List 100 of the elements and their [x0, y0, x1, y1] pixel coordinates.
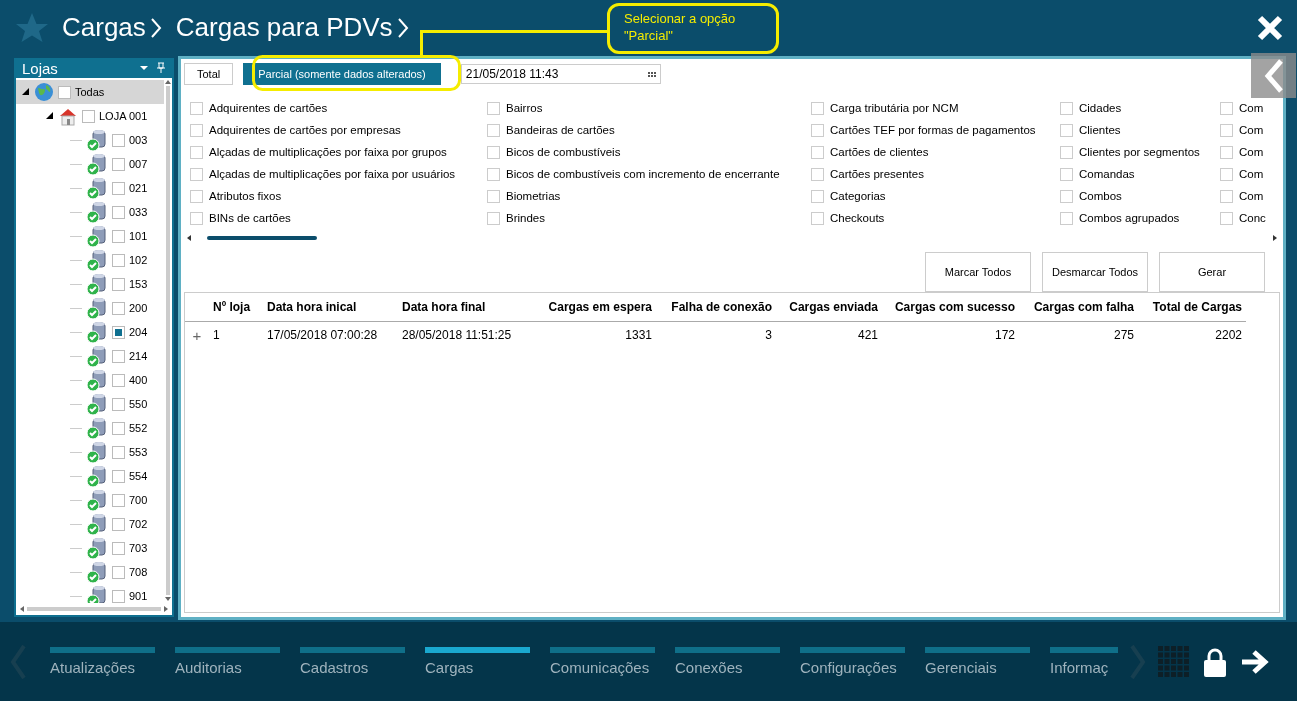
close-icon[interactable]	[1257, 14, 1283, 41]
checkbox[interactable]	[112, 277, 125, 291]
action-button[interactable]: Gerar	[1159, 252, 1265, 292]
checkbox[interactable]	[1220, 189, 1233, 203]
checkbox[interactable]	[1220, 123, 1233, 137]
checkbox[interactable]	[1060, 101, 1073, 115]
scroll-down-icon[interactable]	[165, 597, 171, 601]
checkbox[interactable]	[811, 145, 824, 159]
tree-row[interactable]: Todas	[16, 80, 164, 104]
checkbox[interactable]	[112, 493, 125, 507]
pin-icon[interactable]	[156, 62, 166, 74]
checkbox[interactable]	[112, 229, 125, 243]
scroll-right-icon[interactable]	[164, 606, 168, 612]
checkbox[interactable]	[112, 397, 125, 411]
tree-row[interactable]: 200	[16, 296, 164, 320]
checkbox[interactable]	[190, 211, 203, 225]
nav-tab[interactable]: Gerenciais	[925, 647, 1030, 676]
tree-row[interactable]: 153	[16, 272, 164, 296]
checkbox[interactable]	[1060, 189, 1073, 203]
tree-row[interactable]: 003	[16, 128, 164, 152]
grid-icon[interactable]	[1158, 645, 1190, 678]
checkbox[interactable]	[190, 167, 203, 181]
checkbox[interactable]	[487, 123, 500, 137]
checkbox[interactable]	[487, 167, 500, 181]
tree-row[interactable]: 708	[16, 560, 164, 584]
scrollbar-thumb[interactable]	[27, 607, 161, 611]
nav-tab[interactable]: Configurações	[800, 647, 905, 676]
checkbox[interactable]	[1220, 101, 1233, 115]
tree-row[interactable]: 553	[16, 440, 164, 464]
scrollbar-thumb[interactable]	[207, 236, 317, 240]
breadcrumb-link[interactable]: Cargas	[62, 12, 146, 43]
checkbox[interactable]	[112, 133, 125, 147]
checkbox[interactable]	[112, 181, 125, 195]
tree-row[interactable]: 204	[16, 320, 164, 344]
checkbox[interactable]	[811, 167, 824, 181]
checkbox[interactable]	[112, 157, 125, 171]
checkbox[interactable]	[811, 211, 824, 225]
checkbox[interactable]	[112, 205, 125, 219]
nav-tab[interactable]: Cargas	[425, 647, 530, 676]
checkbox[interactable]	[487, 101, 500, 115]
scroll-left-icon[interactable]	[187, 235, 191, 241]
checkbox[interactable]	[112, 325, 125, 339]
expanded-icon[interactable]	[46, 112, 54, 120]
collapse-tab[interactable]	[1251, 53, 1296, 98]
action-button[interactable]: Marcar Todos	[925, 252, 1031, 292]
checkbox[interactable]	[811, 189, 824, 203]
date-field[interactable]: 21/05/2018 11:43	[460, 64, 661, 84]
nav-tab[interactable]: Atualizações	[50, 647, 155, 676]
nav-tab[interactable]: Auditorias	[175, 647, 280, 676]
tree-row[interactable]: 700	[16, 488, 164, 512]
checkbox[interactable]	[82, 109, 95, 123]
checkbox[interactable]	[112, 445, 125, 459]
checkbox[interactable]	[190, 123, 203, 137]
checkbox[interactable]	[487, 189, 500, 203]
nav-tab[interactable]: Comunicações	[550, 647, 655, 676]
mode-tab[interactable]: Parcial (somente dados alterados)	[243, 63, 441, 85]
tree-row[interactable]: 214	[16, 344, 164, 368]
tree-row[interactable]: 554	[16, 464, 164, 488]
checkbox[interactable]	[58, 85, 71, 99]
mode-tab[interactable]: Total	[184, 63, 234, 85]
expand-toggle[interactable]: +	[185, 322, 209, 348]
checkbox[interactable]	[112, 469, 125, 483]
checkbox[interactable]	[1220, 167, 1233, 181]
checkbox[interactable]	[1060, 145, 1073, 159]
scrollbar-thumb[interactable]	[166, 86, 170, 595]
checkbox[interactable]	[1060, 211, 1073, 225]
checkbox[interactable]	[1060, 123, 1073, 137]
tree-row[interactable]: 702	[16, 512, 164, 536]
checkbox[interactable]	[487, 211, 500, 225]
checkbox[interactable]	[112, 349, 125, 363]
tree-row[interactable]: 400	[16, 368, 164, 392]
checkbox[interactable]	[190, 145, 203, 159]
tree-row[interactable]: 703	[16, 536, 164, 560]
checkbox[interactable]	[112, 541, 125, 555]
checkbox[interactable]	[112, 253, 125, 267]
checkbox[interactable]	[1060, 167, 1073, 181]
nav-tab[interactable]: Cadastros	[300, 647, 405, 676]
tree-row[interactable]: 101	[16, 224, 164, 248]
checkbox[interactable]	[112, 301, 125, 315]
checkbox[interactable]	[112, 421, 125, 435]
dropdown-caret-icon[interactable]	[140, 66, 148, 70]
checkbox[interactable]	[112, 517, 125, 531]
tree-row[interactable]: 033	[16, 200, 164, 224]
tree-row[interactable]: 550	[16, 392, 164, 416]
breadcrumb-link[interactable]: Cargas para PDVs	[175, 12, 393, 43]
checkbox[interactable]	[190, 189, 203, 203]
lock-icon[interactable]	[1202, 646, 1228, 677]
tree-row[interactable]: 552	[16, 416, 164, 440]
tree-row[interactable]: 007	[16, 152, 164, 176]
expanded-icon[interactable]	[22, 88, 30, 96]
checkbox[interactable]	[811, 101, 824, 115]
checkbox[interactable]	[811, 123, 824, 137]
checkbox[interactable]	[112, 589, 125, 603]
tree-row[interactable]: 021	[16, 176, 164, 200]
checkbox[interactable]	[1220, 211, 1233, 225]
checkbox[interactable]	[112, 373, 125, 387]
tree-row[interactable]: LOJA 001	[16, 104, 164, 128]
nav-tab[interactable]: Conexões	[675, 647, 780, 676]
action-button[interactable]: Desmarcar Todos	[1042, 252, 1148, 292]
checkbox[interactable]	[112, 565, 125, 579]
